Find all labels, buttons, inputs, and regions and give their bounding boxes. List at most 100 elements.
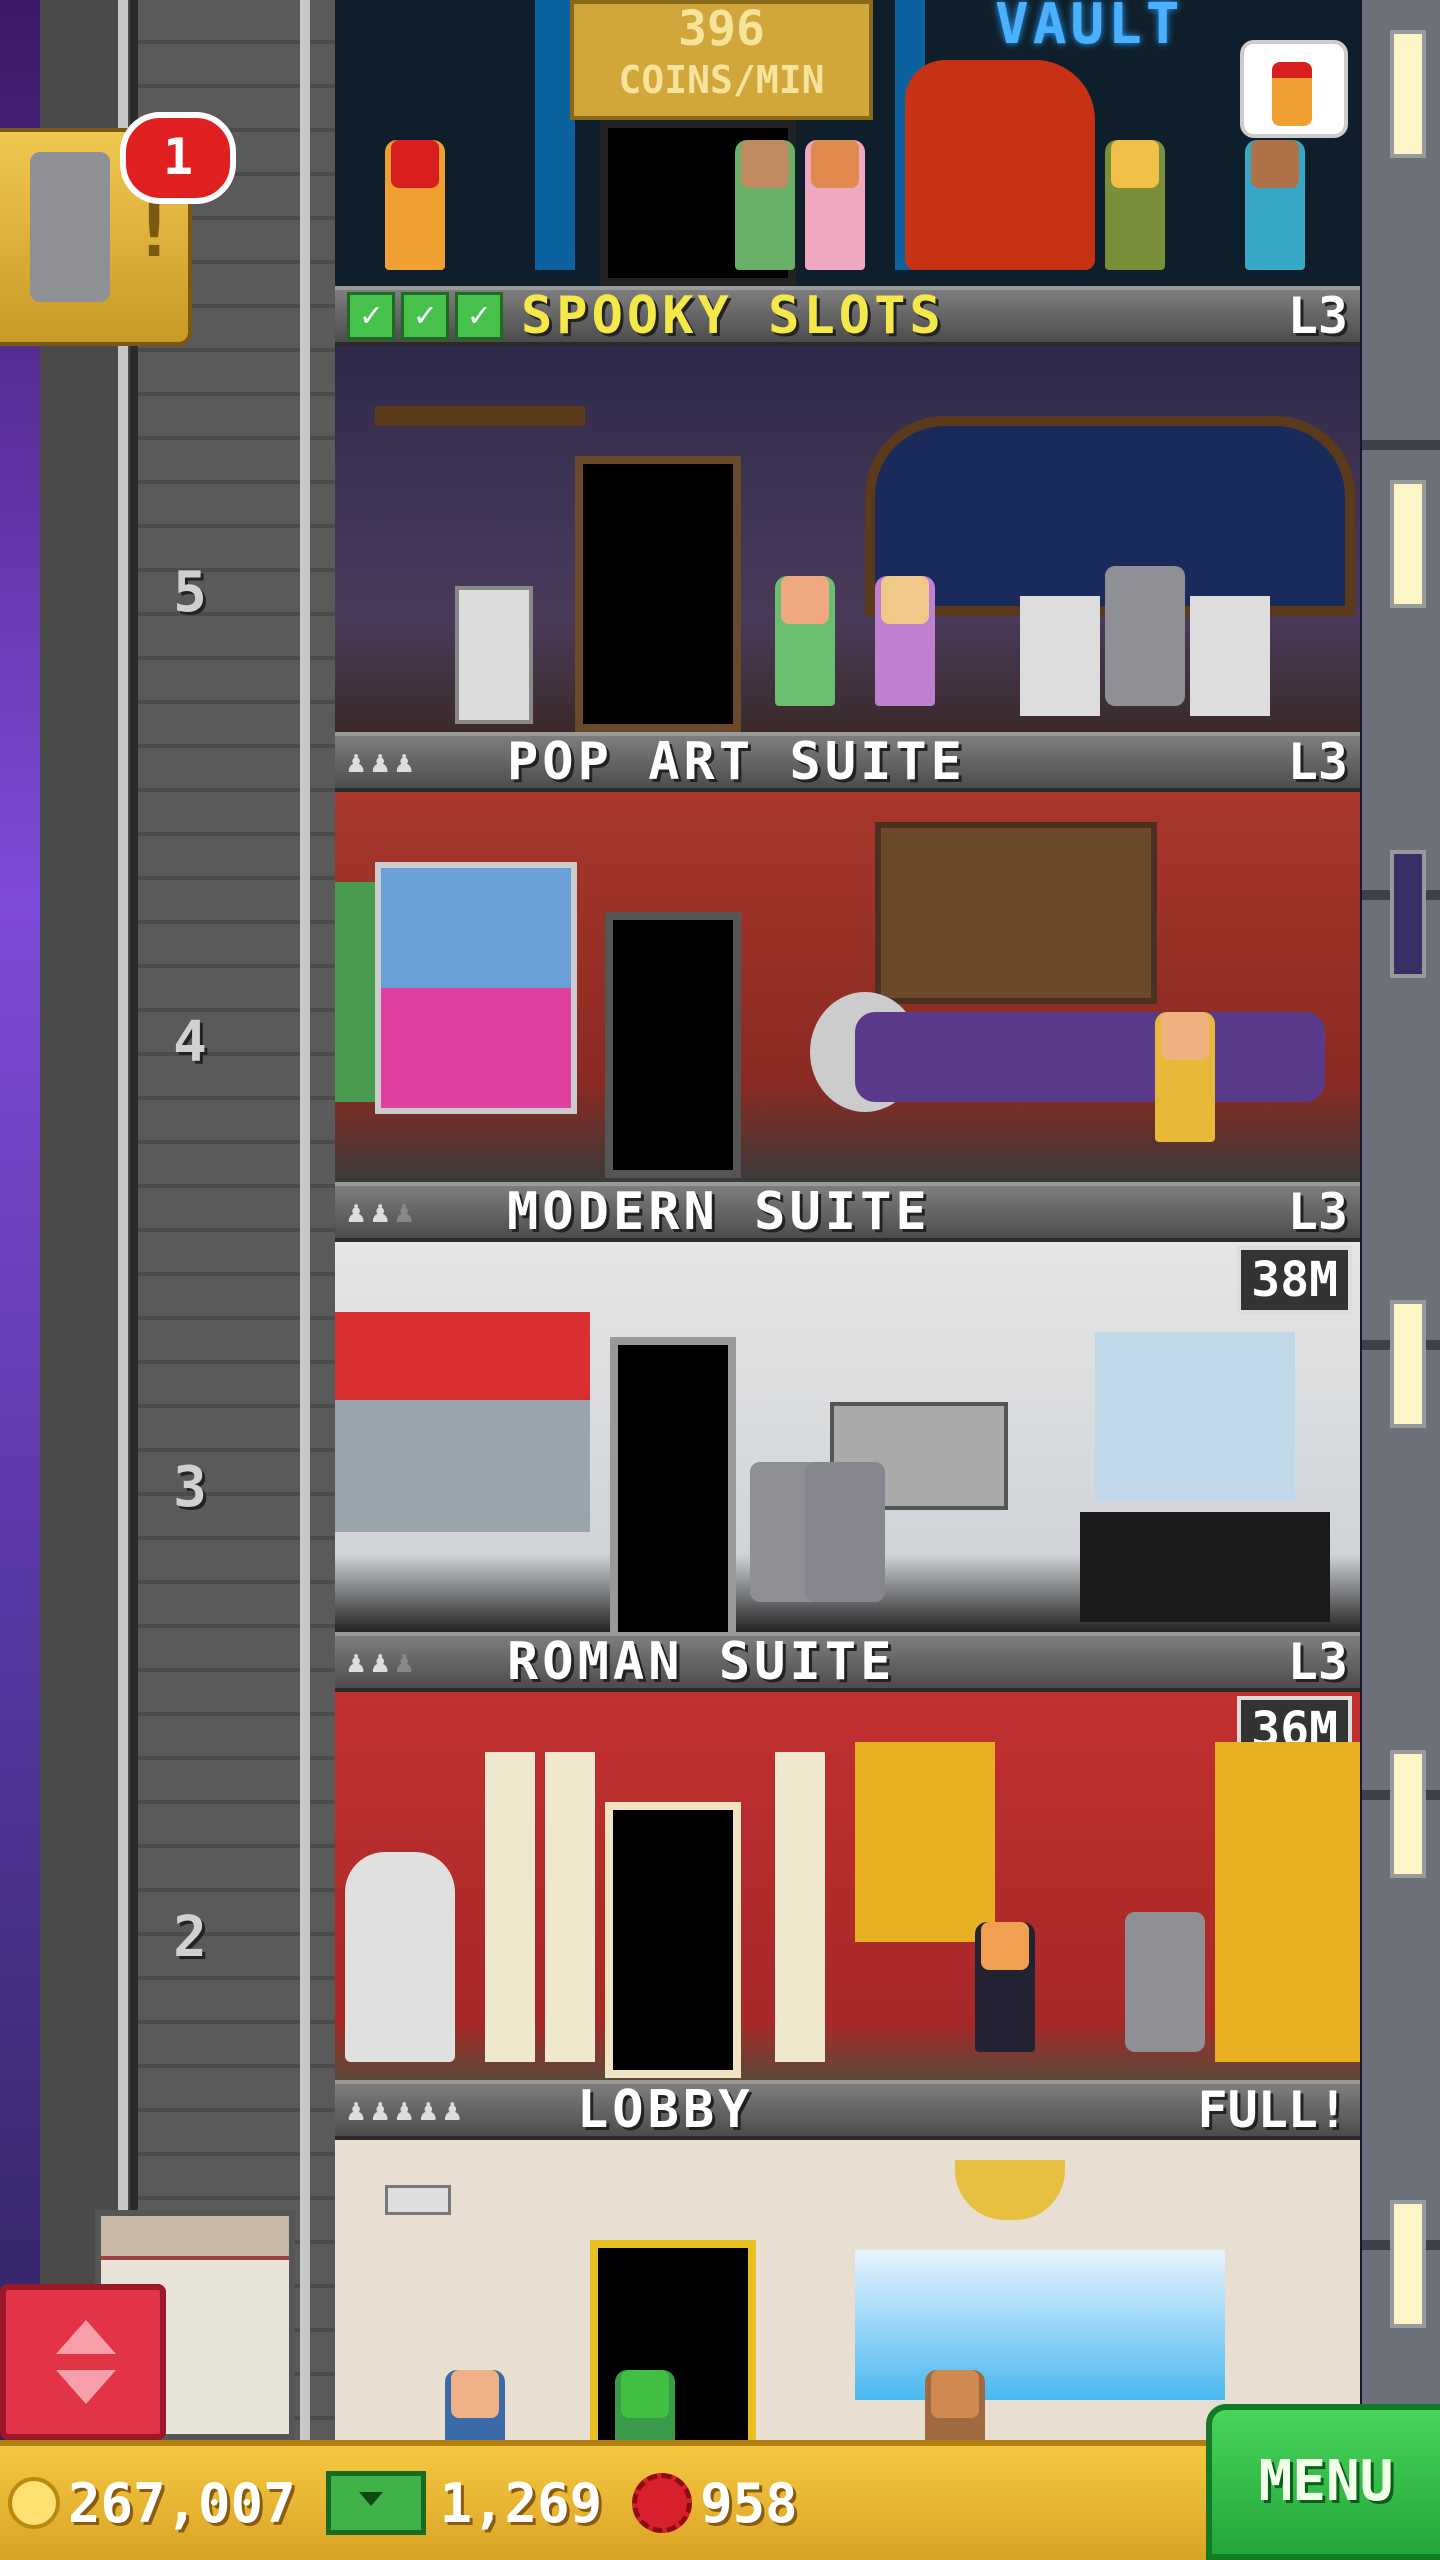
- visitor[interactable]: [445, 2370, 505, 2440]
- up-arrow-icon: [56, 2320, 116, 2354]
- tower-right-wall: [1362, 0, 1440, 2440]
- notification-count-badge: 1: [120, 112, 236, 204]
- pop-art-painting: [335, 882, 375, 1102]
- rent-price-badge: 38M: [1237, 1246, 1352, 1314]
- pop-art-painting: [375, 862, 577, 1114]
- wall-window-dark: [1390, 850, 1426, 978]
- floor-level: FULL!: [1197, 2081, 1348, 2139]
- vault-sign: VAULT: [995, 0, 1184, 57]
- floor-pop-art-suite[interactable]: [335, 792, 1360, 1182]
- security-camera-icon: [385, 2185, 451, 2215]
- floor-title: ROMAN SUITE: [507, 1632, 896, 1692]
- person-icon: ♟: [347, 1644, 366, 1680]
- column: [485, 1752, 535, 2062]
- room-door: [605, 912, 741, 1178]
- room-door: [605, 1802, 741, 2078]
- gems-stat: 958: [632, 2472, 798, 2535]
- menu-button[interactable]: MENU: [1206, 2404, 1440, 2560]
- floor-roman-suite[interactable]: 36M: [335, 1692, 1360, 2080]
- visitor[interactable]: [615, 2370, 675, 2440]
- statue: [345, 1852, 455, 2062]
- floor-level: L3: [1287, 1183, 1348, 1241]
- floor-number-2: 2: [173, 1905, 207, 1970]
- zombie-visitor[interactable]: [1125, 1912, 1205, 2052]
- floor-title: POP ART SUITE: [507, 732, 966, 792]
- wall-window-light: [1390, 2200, 1426, 2328]
- floor-level: L3: [1287, 287, 1348, 345]
- visitor[interactable]: [875, 576, 935, 706]
- shelf: [1095, 1332, 1295, 1502]
- floor-label-spooky-slots[interactable]: ✓ ✓ ✓ SPOOKY SLOTS L3: [335, 286, 1360, 346]
- down-arrow-icon: [56, 2370, 116, 2404]
- person-icon: ♟: [395, 1194, 414, 1230]
- visitor[interactable]: [805, 140, 865, 270]
- slot-machine: [455, 586, 533, 724]
- elevator-shaft-inner: [130, 0, 346, 2440]
- floor-modern-suite[interactable]: 38M: [335, 1242, 1360, 1632]
- floor-level: L3: [1287, 1633, 1348, 1691]
- wall-artwork: [875, 822, 1157, 1004]
- floor-label-lobby[interactable]: ♟ ♟ ♟ ♟ ♟ LOBBY FULL!: [335, 2080, 1360, 2140]
- visitor[interactable]: [975, 1922, 1035, 2052]
- visitor[interactable]: [925, 2370, 985, 2440]
- zombie-visitor[interactable]: [1105, 566, 1185, 706]
- person-icon: ♟: [371, 2092, 390, 2128]
- person-icon: ♟: [371, 1644, 390, 1680]
- floor-number-4: 4: [173, 1010, 207, 1075]
- floor-label-roman-suite[interactable]: ♟ ♟ ♟ ROMAN SUITE L3: [335, 1632, 1360, 1692]
- occupancy-indicator: ♟ ♟ ♟: [347, 1195, 477, 1230]
- tower-bux-stat: 1,269: [325, 2471, 602, 2535]
- floor-number-3: 3: [173, 1455, 207, 1520]
- elevator-rail-left: [118, 0, 128, 2440]
- person-icon: ♟: [347, 1194, 366, 1230]
- floor-number-5: 5: [173, 560, 207, 625]
- person-icon: ♟: [395, 744, 414, 780]
- person-icon: ♟: [371, 1194, 390, 1230]
- gnome-visitor[interactable]: [385, 140, 445, 270]
- occupancy-indicator: ♟ ♟ ♟: [347, 1645, 477, 1680]
- person-icon: ♟: [347, 744, 366, 780]
- elevator-control-button[interactable]: [0, 2284, 166, 2440]
- tower: VAULT 396 COINS/MIN ✓ ✓ ✓ SPOOKY SLOTS L…: [335, 0, 1360, 2440]
- zombie-avatar-icon: [30, 152, 110, 302]
- coins-per-minute-banner: 396 COINS/MIN: [570, 0, 873, 120]
- floor-label-modern-suite[interactable]: ♟ ♟ ♟ MODERN SUITE L3: [335, 1182, 1360, 1242]
- clown-visitor[interactable]: [1155, 1012, 1215, 1142]
- elevator-rail-right: [300, 0, 310, 2440]
- room-door: [610, 1337, 736, 1632]
- dragon[interactable]: [905, 60, 1095, 270]
- sofa: [855, 1012, 1325, 1102]
- visitor[interactable]: [775, 576, 835, 706]
- visitor[interactable]: [735, 140, 795, 270]
- person-icon: ♟: [371, 744, 390, 780]
- gems-value: 958: [700, 2471, 798, 2535]
- wall-window-light: [1390, 1300, 1426, 1428]
- coin-icon: [8, 2477, 60, 2529]
- floor-lobby[interactable]: [335, 2140, 1360, 2440]
- visitor[interactable]: [1245, 140, 1305, 270]
- column: [545, 1752, 595, 2062]
- check-icon: ✓: [347, 292, 395, 340]
- chandelier: [375, 406, 585, 426]
- gnome-speech-bubble[interactable]: [1240, 40, 1348, 138]
- slot-machine: [1190, 596, 1270, 716]
- red-wall-panel: [335, 1312, 590, 1532]
- floor-vault[interactable]: VAULT 396 COINS/MIN: [335, 0, 1360, 286]
- person-icon: ♟: [419, 2092, 438, 2128]
- wall-window-light: [1390, 30, 1426, 158]
- floor-title: LOBBY: [577, 2080, 754, 2140]
- floor-level: L3: [1287, 733, 1348, 791]
- visitor[interactable]: [1105, 140, 1165, 270]
- floor-label-pop-art-suite[interactable]: ♟ ♟ ♟ POP ART SUITE L3: [335, 732, 1360, 792]
- coins-value: 267,007: [68, 2471, 296, 2535]
- person-icon: ♟: [395, 1644, 414, 1680]
- occupancy-indicator: ♟ ♟ ♟ ♟ ♟: [347, 2093, 547, 2128]
- elevator-shaft: [40, 0, 346, 2440]
- coins-per-minute-value: 396: [678, 1, 765, 57]
- floor-spooky-slots[interactable]: [335, 346, 1360, 732]
- zombie-visitor[interactable]: [805, 1462, 885, 1602]
- gnome-icon: [1272, 62, 1312, 126]
- coins-per-minute-unit: COINS/MIN: [618, 58, 825, 102]
- column: [775, 1752, 825, 2062]
- curtain: [855, 1742, 995, 1942]
